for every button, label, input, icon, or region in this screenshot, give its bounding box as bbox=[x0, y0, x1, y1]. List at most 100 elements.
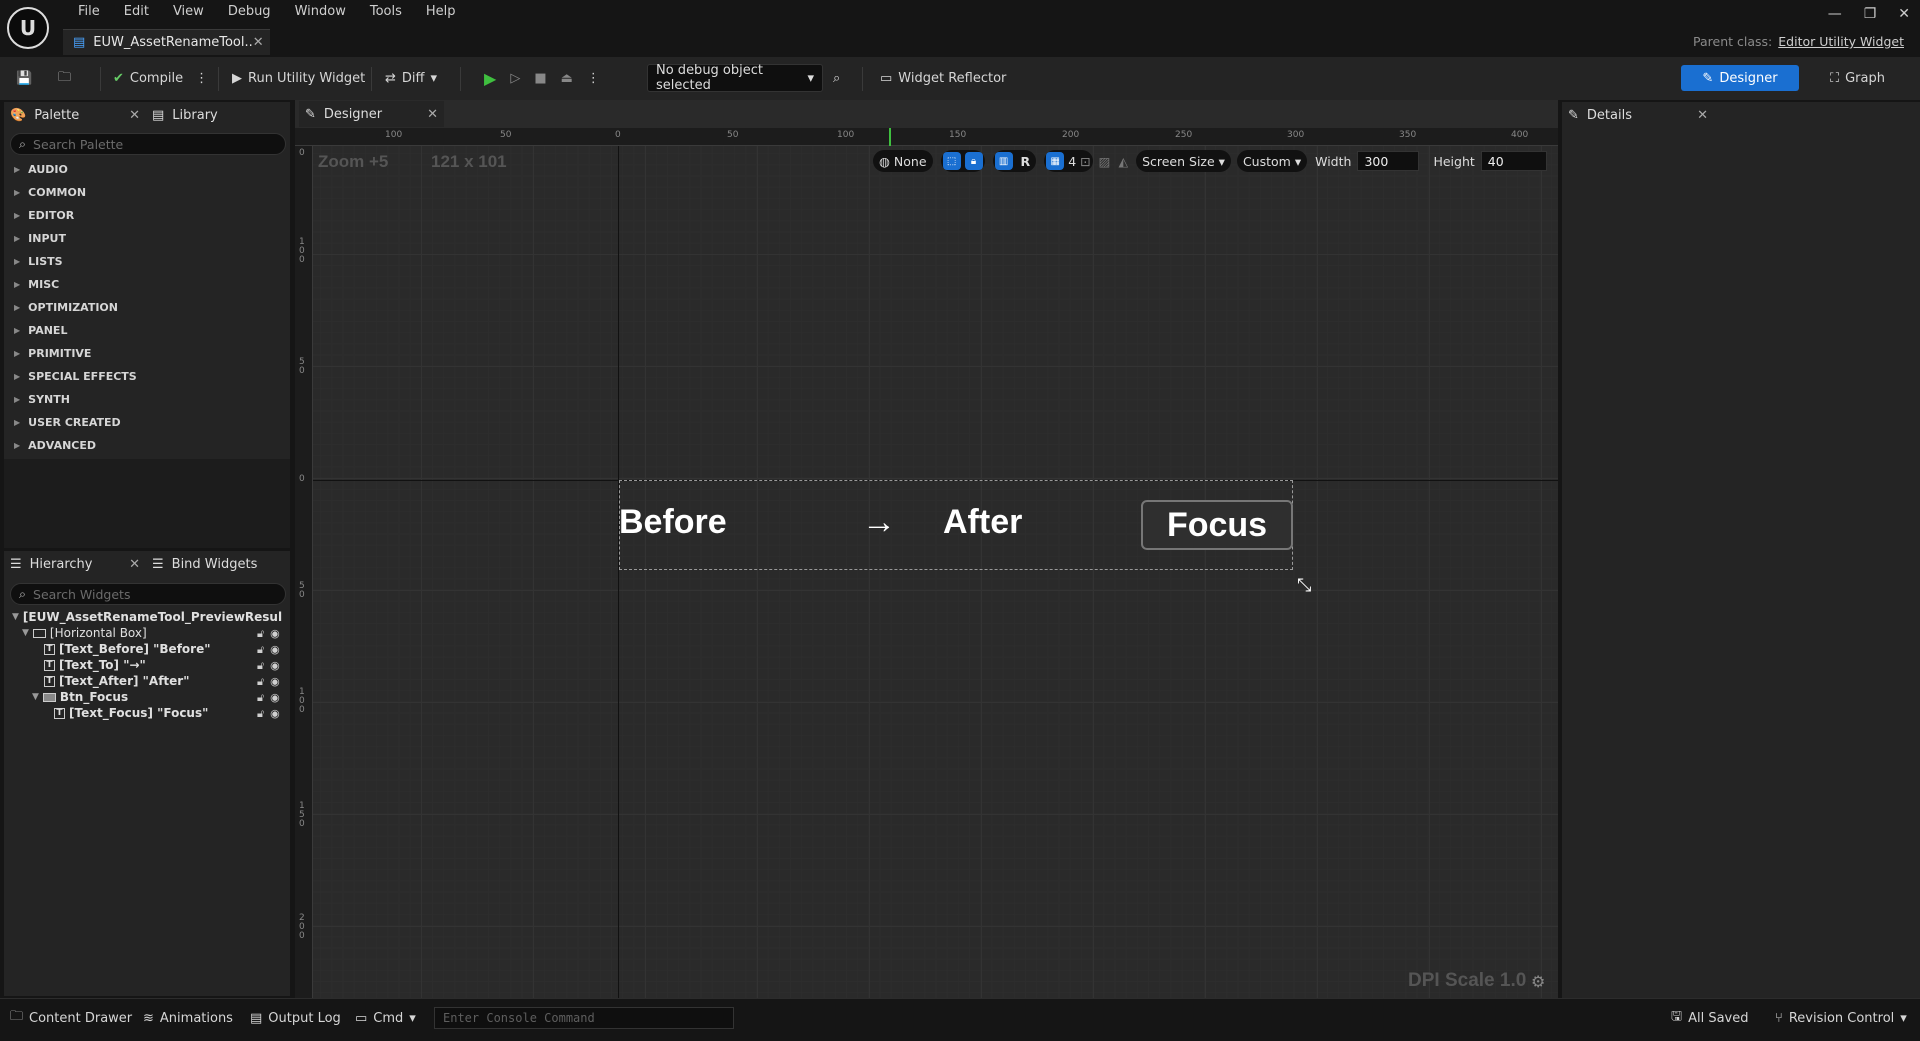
palette-category-primitive[interactable]: ▶ PRIMITIVE bbox=[14, 347, 91, 360]
compile-options-icon[interactable]: ⋮ bbox=[195, 71, 208, 86]
unlock-icon[interactable]: 🔓︎ bbox=[257, 707, 264, 721]
simulate-play-icon[interactable]: ▶ bbox=[484, 69, 496, 88]
details-tab[interactable]: ✎ Details ✕ bbox=[1568, 102, 1708, 128]
grid-icon[interactable]: ▦ bbox=[1046, 152, 1065, 170]
cmd-select[interactable]: ▭ Cmd ▾ bbox=[355, 1007, 416, 1029]
eject-icon[interactable]: ⏏ bbox=[561, 71, 573, 86]
output-log-button[interactable]: ▤ Output Log bbox=[250, 1007, 341, 1029]
preview-text-before[interactable]: Before bbox=[619, 503, 727, 542]
tree-text-after[interactable]: T [Text_After] "After" bbox=[44, 674, 189, 688]
respect-locks-icon[interactable]: ▥ bbox=[994, 152, 1013, 170]
diff-button[interactable]: ⇄ Diff ▾ bbox=[385, 65, 437, 92]
transform-icon[interactable]: ⊡ bbox=[1080, 154, 1090, 169]
preview-focus-button[interactable]: Focus bbox=[1141, 500, 1293, 550]
close-hierarchy-icon[interactable]: ✕ bbox=[129, 557, 140, 572]
palette-category-editor[interactable]: ▶ EDITOR bbox=[14, 209, 74, 222]
palette-category-lists[interactable]: ▶ LISTS bbox=[14, 255, 63, 268]
localization-preview[interactable]: ◍ None bbox=[873, 150, 933, 172]
document-tab[interactable]: ▤ EUW_AssetRenameTool.. ✕ bbox=[63, 29, 270, 55]
widget-reflector-button[interactable]: ▭ Widget Reflector bbox=[880, 65, 1006, 92]
palette-category-misc[interactable]: ▶ MISC bbox=[14, 278, 59, 291]
preview-text-arrow[interactable]: → bbox=[862, 503, 896, 542]
visibility-eye-icon[interactable]: ◉ bbox=[270, 707, 280, 721]
palette-category-optimization[interactable]: ▶ OPTIMIZATION bbox=[14, 301, 118, 314]
tree-text-focus[interactable]: T [Text_Focus] "Focus" bbox=[54, 706, 208, 720]
tree-text-to[interactable]: T [Text_To] "→" bbox=[44, 658, 146, 672]
palette-category-input[interactable]: ▶ INPUT bbox=[14, 232, 66, 245]
designer-mode-button[interactable]: ✎ Designer bbox=[1681, 65, 1799, 91]
palette-category-advanced[interactable]: ▶ ADVANCED bbox=[14, 439, 96, 452]
height-field[interactable]: 40 bbox=[1480, 151, 1547, 171]
close-details-icon[interactable]: ✕ bbox=[1697, 108, 1708, 123]
visibility-eye-icon[interactable]: ◉ bbox=[270, 627, 280, 641]
width-field[interactable]: 300 bbox=[1357, 151, 1420, 171]
palette-category-special-effects[interactable]: ▶ SPECIAL EFFECTS bbox=[14, 370, 137, 383]
dpi-settings-gear-icon[interactable]: ⚙ bbox=[1531, 972, 1545, 991]
unlock-icon[interactable]: 🔓︎ bbox=[257, 643, 264, 657]
debug-filter-icon[interactable]: ⌕ bbox=[833, 65, 840, 92]
resize-handle-icon[interactable]: ⤡ bbox=[1297, 575, 1311, 596]
console-input[interactable]: Enter Console Command bbox=[434, 1007, 734, 1029]
revision-control-button[interactable]: ⑂ Revision Control ▾ bbox=[1775, 1007, 1907, 1029]
fill-mode-select[interactable]: Custom ▾ bbox=[1236, 150, 1308, 172]
tree-horizontal-box[interactable]: ▼ [Horizontal Box] bbox=[22, 626, 147, 640]
palette-category-audio[interactable]: ▶ AUDIO bbox=[14, 163, 68, 176]
close-tab-icon[interactable]: ✕ bbox=[253, 35, 264, 50]
menu-debug[interactable]: Window bbox=[283, 3, 358, 21]
menu-help[interactable] bbox=[468, 3, 492, 21]
close-window-icon[interactable]: ✕ bbox=[1898, 6, 1910, 22]
minimize-icon[interactable]: — bbox=[1828, 6, 1842, 22]
lock-icon[interactable]: 🔒︎ bbox=[964, 152, 983, 170]
unlock-icon[interactable]: 🔓︎ bbox=[257, 675, 264, 689]
compile-button[interactable]: ✔ Compile ⋮ bbox=[113, 65, 208, 92]
tree-root[interactable]: ▼ [EUW_AssetRenameTool_PreviewResul bbox=[12, 610, 282, 624]
parent-class-link[interactable]: Editor Utility Widget bbox=[1778, 34, 1904, 49]
screen-size-select[interactable]: Screen Size ▾ bbox=[1136, 150, 1231, 172]
debug-object-select[interactable]: No debug object selected ▾ bbox=[647, 63, 823, 93]
palette-category-user-created[interactable]: ▶ USER CREATED bbox=[14, 416, 121, 429]
close-palette-icon[interactable]: ✕ bbox=[129, 108, 140, 123]
preview-text-after[interactable]: After bbox=[943, 503, 1022, 542]
palette-tab[interactable]: 🎨 Palette ✕ bbox=[10, 102, 140, 128]
palette-category-common[interactable]: ▶ COMMON bbox=[14, 186, 86, 199]
menu-file[interactable]: File bbox=[66, 3, 112, 21]
all-saved-button[interactable]: 🖫 All Saved bbox=[1671, 1007, 1749, 1029]
step-icon[interactable]: ▷ bbox=[510, 71, 520, 86]
close-designer-icon[interactable]: ✕ bbox=[427, 107, 438, 122]
save-icon[interactable]: 💾 bbox=[16, 65, 32, 92]
design-grid[interactable] bbox=[313, 146, 1558, 998]
run-utility-widget-button[interactable]: ▶ Run Utility Widget bbox=[232, 65, 365, 92]
tree-text-before[interactable]: T [Text_Before] "Before" bbox=[44, 642, 210, 656]
content-drawer-button[interactable]: 🗀 Content Drawer bbox=[10, 1007, 132, 1029]
unlock-icon[interactable]: 🔓︎ bbox=[257, 691, 264, 705]
visibility-eye-icon[interactable]: ◉ bbox=[270, 675, 280, 689]
unreal-logo-icon[interactable]: U bbox=[7, 7, 49, 49]
mirror-icon[interactable]: ◭ bbox=[1118, 154, 1128, 169]
library-tab[interactable]: ▤ Library bbox=[152, 102, 218, 128]
palette-category-synth[interactable]: ▶ SYNTH bbox=[14, 393, 70, 406]
designer-tab[interactable]: ✎ Designer ✕ bbox=[299, 101, 444, 127]
visibility-eye-icon[interactable]: ◉ bbox=[270, 691, 280, 705]
hierarchy-tab[interactable]: ☰ Hierarchy ✕ bbox=[10, 551, 140, 577]
graph-mode-button[interactable]: ⛶ Graph bbox=[1830, 65, 1885, 92]
animations-button[interactable]: ≋ Animations bbox=[143, 1007, 233, 1029]
unlock-icon[interactable]: 🔓︎ bbox=[257, 627, 264, 641]
browse-icon[interactable]: 🗀 bbox=[58, 65, 71, 92]
unlock-icon[interactable]: 🔓︎ bbox=[257, 659, 264, 673]
menu-view[interactable]: Debug bbox=[216, 3, 283, 21]
r-toggle[interactable]: R bbox=[1017, 154, 1035, 169]
menu-edit[interactable]: Edit bbox=[112, 3, 161, 21]
bind-widgets-tab[interactable]: ☰ Bind Widgets bbox=[152, 551, 257, 577]
restore-icon[interactable]: ❐ bbox=[1864, 6, 1877, 22]
image-icon[interactable]: ▨ bbox=[1099, 154, 1111, 169]
stop-icon[interactable]: ■ bbox=[534, 71, 546, 86]
grid-snap-value[interactable]: 4 bbox=[1068, 154, 1076, 169]
menu-window[interactable]: Tools bbox=[358, 3, 414, 21]
menu-asset[interactable]: View bbox=[161, 3, 216, 21]
palette-search-input[interactable]: ⌕ Search Palette bbox=[10, 133, 286, 155]
palette-category-panel[interactable]: ▶ PANEL bbox=[14, 324, 67, 337]
visibility-eye-icon[interactable]: ◉ bbox=[270, 659, 280, 673]
widget-search-input[interactable]: ⌕ Search Widgets bbox=[10, 583, 286, 605]
menu-tools[interactable]: Help bbox=[414, 3, 468, 21]
visibility-eye-icon[interactable]: ◉ bbox=[270, 643, 280, 657]
